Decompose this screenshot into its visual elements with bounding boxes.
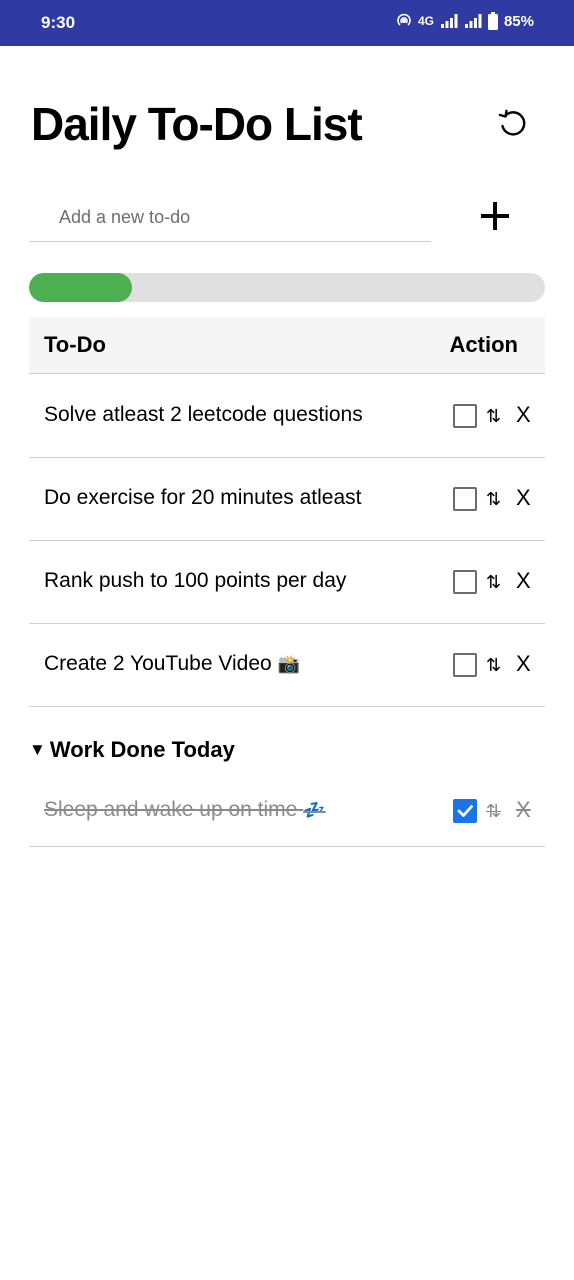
reset-icon [498, 109, 526, 136]
delete-button[interactable]: X [516, 402, 531, 428]
delete-button[interactable]: X [516, 797, 531, 823]
todo-row: Do exercise for 20 minutes atleast ⇅ X [29, 458, 545, 541]
done-text: Sleep and wake up on time 💤 [44, 798, 326, 821]
delete-button[interactable]: X [516, 568, 531, 594]
done-section-title: Work Done Today [49, 737, 235, 762]
reset-button[interactable] [492, 103, 534, 145]
add-todo-button[interactable] [474, 195, 516, 237]
page-title: Daily To-Do List [31, 98, 363, 150]
done-section-toggle[interactable]: ▼ Work Done Today [29, 737, 235, 763]
battery-icon [487, 12, 498, 30]
signal-icon-2 [464, 14, 482, 28]
todo-row: Rank push to 100 points per day ⇅ X [29, 541, 545, 624]
todo-text: Rank push to 100 points per day [44, 569, 347, 592]
todo-row: Create 2 YouTube Video 📸 ⇅ X [29, 624, 545, 707]
delete-button[interactable]: X [516, 485, 531, 511]
network-label: 4G [417, 14, 434, 28]
reorder-icon[interactable]: ⇅ [486, 489, 501, 510]
status-icons: 4G 85% [396, 12, 534, 30]
todo-text: Do exercise for 20 minutes atleast [44, 486, 362, 509]
signal-icon [440, 14, 458, 28]
hotspot-icon [397, 13, 411, 26]
reorder-icon[interactable]: ⇅ [486, 801, 501, 822]
progress-bar [29, 273, 545, 302]
column-header-action: Action [449, 332, 518, 357]
todo-row: Solve atleast 2 leetcode questions ⇅ X [29, 375, 545, 458]
todo-checkbox[interactable] [453, 570, 477, 594]
checkmark-icon [457, 805, 473, 817]
reorder-icon[interactable]: ⇅ [486, 655, 501, 676]
status-bar: 9:30 4G 85% [0, 0, 574, 46]
triangle-down-icon: ▼ [29, 740, 46, 759]
progress-fill [29, 273, 133, 302]
plus-icon [481, 202, 509, 230]
reorder-icon[interactable]: ⇅ [486, 406, 501, 427]
new-todo-input[interactable] [29, 194, 431, 242]
camera-flash-icon: 📸 [277, 654, 300, 675]
sleep-zzz-icon: 💤 [303, 800, 326, 821]
table-header: To-Do Action [29, 317, 545, 374]
todo-checkbox[interactable] [453, 487, 477, 511]
column-header-todo: To-Do [44, 332, 106, 357]
todo-text: Create 2 YouTube Video 📸 [44, 652, 300, 675]
delete-button[interactable]: X [516, 651, 531, 677]
status-time: 9:30 [41, 13, 76, 32]
reorder-icon[interactable]: ⇅ [486, 572, 501, 593]
todo-text: Solve atleast 2 leetcode questions [44, 403, 363, 426]
done-row: Sleep and wake up on time 💤 ⇅ X [29, 776, 545, 847]
battery-level: 85% [503, 12, 534, 30]
todo-checkbox[interactable] [453, 653, 477, 677]
done-checkbox[interactable] [453, 799, 477, 823]
todo-checkbox[interactable] [453, 404, 477, 428]
